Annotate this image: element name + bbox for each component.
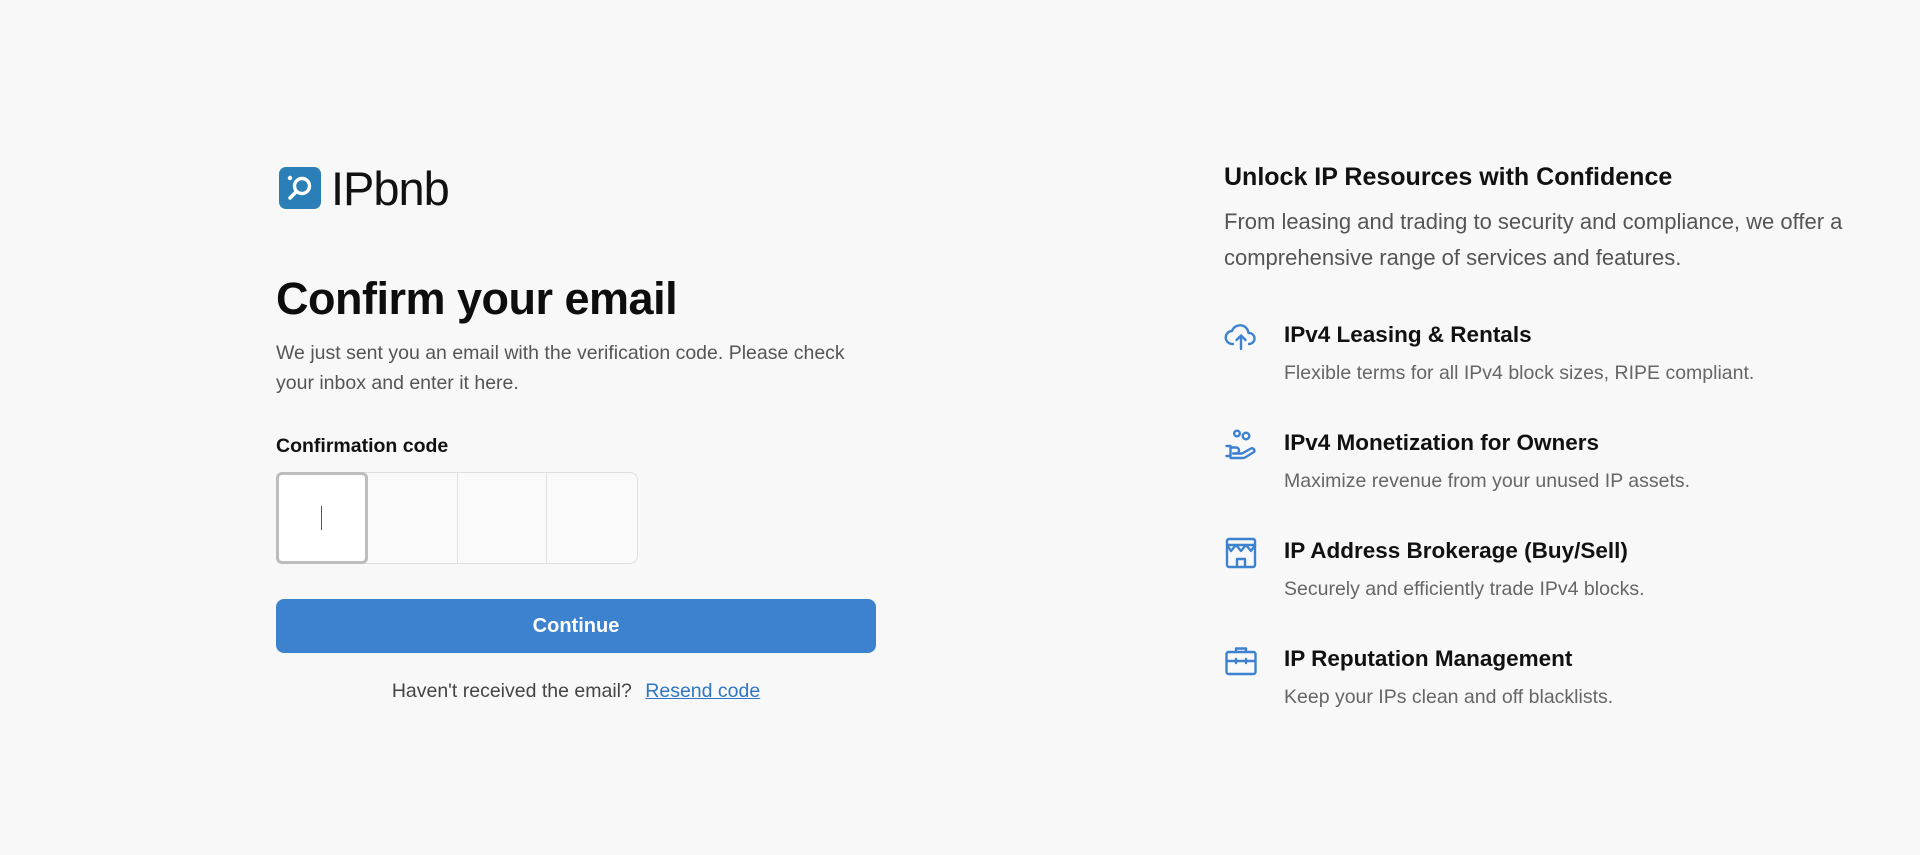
briefcase-icon bbox=[1225, 647, 1257, 676]
feature-title: IP Address Brokerage (Buy/Sell) bbox=[1284, 538, 1628, 563]
feature-item: IPv4 Monetization for Owners Maximize re… bbox=[1224, 428, 1844, 536]
feature-item: IP Address Brokerage (Buy/Sell) Securely… bbox=[1224, 536, 1844, 644]
feature-item: IPv4 Leasing & Rentals Flexible terms fo… bbox=[1224, 320, 1844, 428]
feature-title: IP Reputation Management bbox=[1284, 646, 1573, 671]
feature-description: Maximize revenue from your unused IP ass… bbox=[1284, 470, 1691, 492]
confirmation-code-input bbox=[276, 472, 638, 564]
page-subtitle: We just sent you an email with the verif… bbox=[276, 342, 845, 394]
code-digit-2[interactable] bbox=[368, 473, 458, 563]
code-digit-1[interactable] bbox=[276, 472, 368, 564]
ipbnb-logo-icon bbox=[279, 167, 321, 209]
cloud-upload-icon bbox=[1224, 324, 1256, 351]
store-icon bbox=[1225, 537, 1257, 569]
features-heading: Unlock IP Resources with Confidence bbox=[1224, 163, 1673, 191]
feature-description: Securely and efficiently trade IPv4 bloc… bbox=[1284, 578, 1645, 600]
confirm-email-panel: IPbnb Confirm your email We just sent yo… bbox=[276, 160, 876, 702]
resend-row: Haven't received the email? Resend code bbox=[276, 680, 876, 703]
confirmation-code-label: Confirmation code bbox=[276, 435, 449, 457]
features-description: From leasing and trading to security and… bbox=[1224, 209, 1843, 270]
continue-button[interactable]: Continue bbox=[276, 599, 876, 653]
code-digit-4[interactable] bbox=[547, 473, 637, 563]
brand-name: IPbnb bbox=[331, 161, 450, 215]
feature-title: IPv4 Leasing & Rentals bbox=[1284, 322, 1532, 347]
features-list: IPv4 Leasing & Rentals Flexible terms fo… bbox=[1224, 320, 1844, 752]
text-caret bbox=[321, 506, 323, 530]
features-panel: Unlock IP Resources with Confidence From… bbox=[1224, 160, 1844, 708]
feature-description: Keep your IPs clean and off blacklists. bbox=[1284, 686, 1614, 708]
code-digit-3[interactable] bbox=[458, 473, 548, 563]
resend-prompt: Haven't received the email? bbox=[391, 680, 632, 702]
brand-logo[interactable]: IPbnb bbox=[276, 160, 876, 216]
feature-item: IP Reputation Management Keep your IPs c… bbox=[1224, 644, 1844, 752]
page: IPbnb Confirm your email We just sent yo… bbox=[0, 0, 1920, 855]
resend-code-link[interactable]: Resend code bbox=[645, 680, 760, 702]
page-title: Confirm your email bbox=[276, 273, 678, 324]
feature-description: Flexible terms for all IPv4 block sizes,… bbox=[1284, 362, 1755, 384]
hand-coins-icon bbox=[1225, 429, 1256, 460]
feature-title: IPv4 Monetization for Owners bbox=[1284, 430, 1600, 455]
